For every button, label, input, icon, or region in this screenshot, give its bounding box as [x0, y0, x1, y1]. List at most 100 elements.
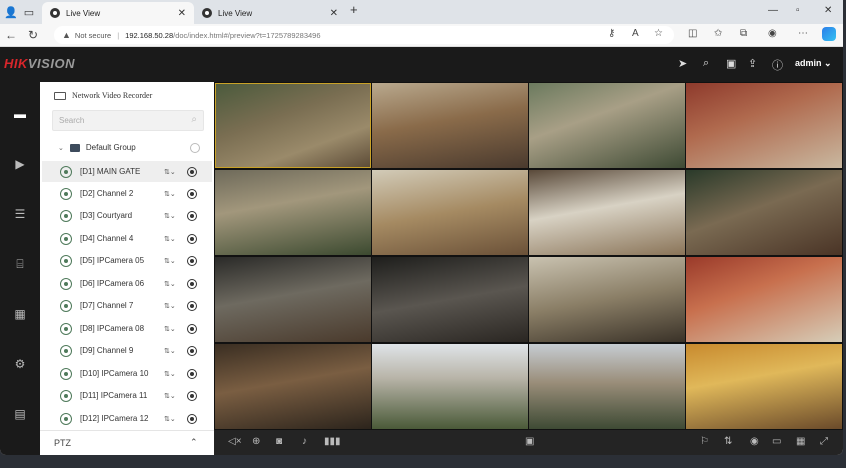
- layout-grid-icon[interactable]: ▦: [796, 436, 805, 447]
- stream-select-icon[interactable]: ⇅⌄: [164, 325, 176, 333]
- video-tile-16[interactable]: [686, 344, 842, 429]
- channel-row[interactable]: [D7] Channel 7 ⇅⌄: [42, 295, 212, 316]
- channel-row[interactable]: [D5] IPCamera 05 ⇅⌄: [42, 250, 212, 271]
- workspaces-icon[interactable]: ▭: [22, 5, 36, 19]
- video-tile-12[interactable]: [686, 257, 842, 342]
- video-tile-5[interactable]: [215, 170, 371, 255]
- record-icon[interactable]: [187, 278, 197, 289]
- back-icon[interactable]: ←: [5, 28, 17, 42]
- video-tile-2[interactable]: [372, 83, 528, 168]
- stream-select-icon[interactable]: ⇅⌄: [164, 168, 176, 176]
- collections-icon[interactable]: ⧉: [740, 28, 747, 39]
- tab-live-view-1[interactable]: Live View ✕: [42, 2, 194, 24]
- channel-row[interactable]: [D11] IPCamera 11 ⇅⌄: [42, 385, 212, 406]
- favorites-icon[interactable]: ✩: [714, 28, 722, 39]
- stream-icon[interactable]: ⇅: [724, 436, 732, 447]
- clipboard-icon[interactable]: ▣: [726, 57, 736, 70]
- video-tile-15[interactable]: [529, 344, 685, 429]
- close-tab-icon[interactable]: ✕: [178, 8, 186, 19]
- event-nav-icon[interactable]: ☰: [0, 200, 40, 228]
- chevron-up-icon[interactable]: ⌃: [190, 437, 198, 448]
- video-tile-6[interactable]: [372, 170, 528, 255]
- stream-select-icon[interactable]: ⇅⌄: [164, 190, 176, 198]
- record-icon[interactable]: [187, 390, 197, 401]
- video-tile-4[interactable]: [686, 83, 842, 168]
- stream-select-icon[interactable]: ⇅⌄: [164, 257, 176, 265]
- key-icon[interactable]: ⚷: [608, 28, 615, 39]
- channel-row[interactable]: [D8] IPCamera 08 ⇅⌄: [42, 318, 212, 339]
- record-icon[interactable]: [187, 255, 197, 266]
- stream-select-icon[interactable]: ⇅⌄: [164, 347, 176, 355]
- storage-nav-icon[interactable]: ⌸: [0, 250, 40, 278]
- maximize-icon[interactable]: ▫: [796, 5, 800, 16]
- video-tile-9[interactable]: [215, 257, 371, 342]
- copilot-icon[interactable]: [822, 27, 836, 41]
- search-icon[interactable]: ⌕: [703, 57, 709, 70]
- record-icon[interactable]: [187, 345, 197, 356]
- record-icon[interactable]: [187, 300, 197, 311]
- playback-nav-icon[interactable]: ▶: [0, 150, 40, 178]
- close-window-icon[interactable]: ✕: [824, 5, 832, 16]
- play-all-icon[interactable]: [190, 142, 200, 153]
- channel-search-input[interactable]: Search ⌕: [52, 110, 204, 131]
- extensions-icon[interactable]: ◉: [768, 28, 777, 39]
- alarm-icon[interactable]: ⚐: [700, 436, 709, 447]
- close-tab-icon[interactable]: ✕: [330, 8, 338, 19]
- video-tile-1[interactable]: [215, 83, 371, 168]
- video-tile-13[interactable]: [215, 344, 371, 429]
- channel-row[interactable]: [D9] Channel 9 ⇅⌄: [42, 340, 212, 361]
- chevron-down-icon[interactable]: ⌄: [58, 144, 64, 152]
- minimize-icon[interactable]: —: [768, 5, 778, 16]
- microphone-icon[interactable]: ♪: [302, 436, 307, 447]
- refresh-icon[interactable]: ↻: [28, 28, 38, 42]
- channel-row[interactable]: [D12] IPCamera 12 ⇅⌄: [42, 408, 212, 429]
- video-tile-8[interactable]: [686, 170, 842, 255]
- mute-icon[interactable]: ◁×: [228, 436, 242, 447]
- read-aloud-icon[interactable]: A: [632, 28, 639, 39]
- record-icon[interactable]: [187, 413, 197, 424]
- video-tile-14[interactable]: [372, 344, 528, 429]
- channel-row[interactable]: [D3] Courtyard ⇅⌄: [42, 205, 212, 226]
- channel-row[interactable]: [D6] IPCamera 06 ⇅⌄: [42, 273, 212, 294]
- capture-icon[interactable]: ◙: [276, 436, 282, 447]
- default-group-row[interactable]: ⌄ Default Group: [58, 142, 200, 153]
- channel-row[interactable]: [D10] IPCamera 10 ⇅⌄: [42, 363, 212, 384]
- more-icon[interactable]: ⋯: [798, 28, 808, 39]
- stream-select-icon[interactable]: ⇅⌄: [164, 370, 176, 378]
- ptz-panel-header[interactable]: PTZ ⌃: [40, 430, 214, 455]
- record-icon[interactable]: [187, 233, 197, 244]
- bitrate-icon[interactable]: ▮▮▮: [324, 436, 341, 447]
- search-icon[interactable]: ⌕: [191, 114, 197, 125]
- maintenance-nav-icon[interactable]: ▤: [0, 400, 40, 428]
- zoom-icon[interactable]: ⊕: [252, 436, 260, 447]
- record-icon[interactable]: [187, 368, 197, 379]
- profile-icon[interactable]: 👤: [4, 5, 18, 19]
- settings-gear-icon[interactable]: ⚙: [0, 350, 40, 378]
- stream-select-icon[interactable]: ⇅⌄: [164, 392, 176, 400]
- picture-nav-icon[interactable]: ▦: [0, 300, 40, 328]
- video-tile-7[interactable]: [529, 170, 685, 255]
- record-icon[interactable]: [187, 188, 197, 199]
- video-tile-3[interactable]: [529, 83, 685, 168]
- user-menu[interactable]: admin ⌄: [795, 58, 832, 69]
- record-icon[interactable]: [187, 166, 197, 177]
- record-icon[interactable]: [187, 323, 197, 334]
- new-tab-icon[interactable]: +: [350, 2, 358, 17]
- stream-select-icon[interactable]: ⇅⌄: [164, 415, 176, 423]
- channel-row[interactable]: [D2] Channel 2 ⇅⌄: [42, 183, 212, 204]
- channel-row[interactable]: [D1] MAIN GATE ⇅⌄: [42, 161, 212, 182]
- channel-row[interactable]: [D4] Channel 4 ⇅⌄: [42, 228, 212, 249]
- stream-select-icon[interactable]: ⇅⌄: [164, 212, 176, 220]
- stream-select-icon[interactable]: ⇅⌄: [164, 280, 176, 288]
- stream-select-icon[interactable]: ⇅⌄: [164, 235, 176, 243]
- stop-all-icon[interactable]: ▣: [525, 436, 534, 447]
- fullscreen-icon[interactable]: ⤢: [820, 436, 828, 447]
- info-icon[interactable]: ⓘ: [772, 57, 783, 73]
- stream-select-icon[interactable]: ⇅⌄: [164, 302, 176, 310]
- video-tile-10[interactable]: [372, 257, 528, 342]
- tab-live-view-2[interactable]: Live View ✕: [194, 2, 346, 24]
- send-icon[interactable]: ➤: [678, 57, 687, 70]
- window-mode-icon[interactable]: ▭: [772, 436, 781, 447]
- live-view-nav-icon[interactable]: ▬: [0, 100, 40, 128]
- favorite-star-icon[interactable]: ☆: [654, 28, 663, 39]
